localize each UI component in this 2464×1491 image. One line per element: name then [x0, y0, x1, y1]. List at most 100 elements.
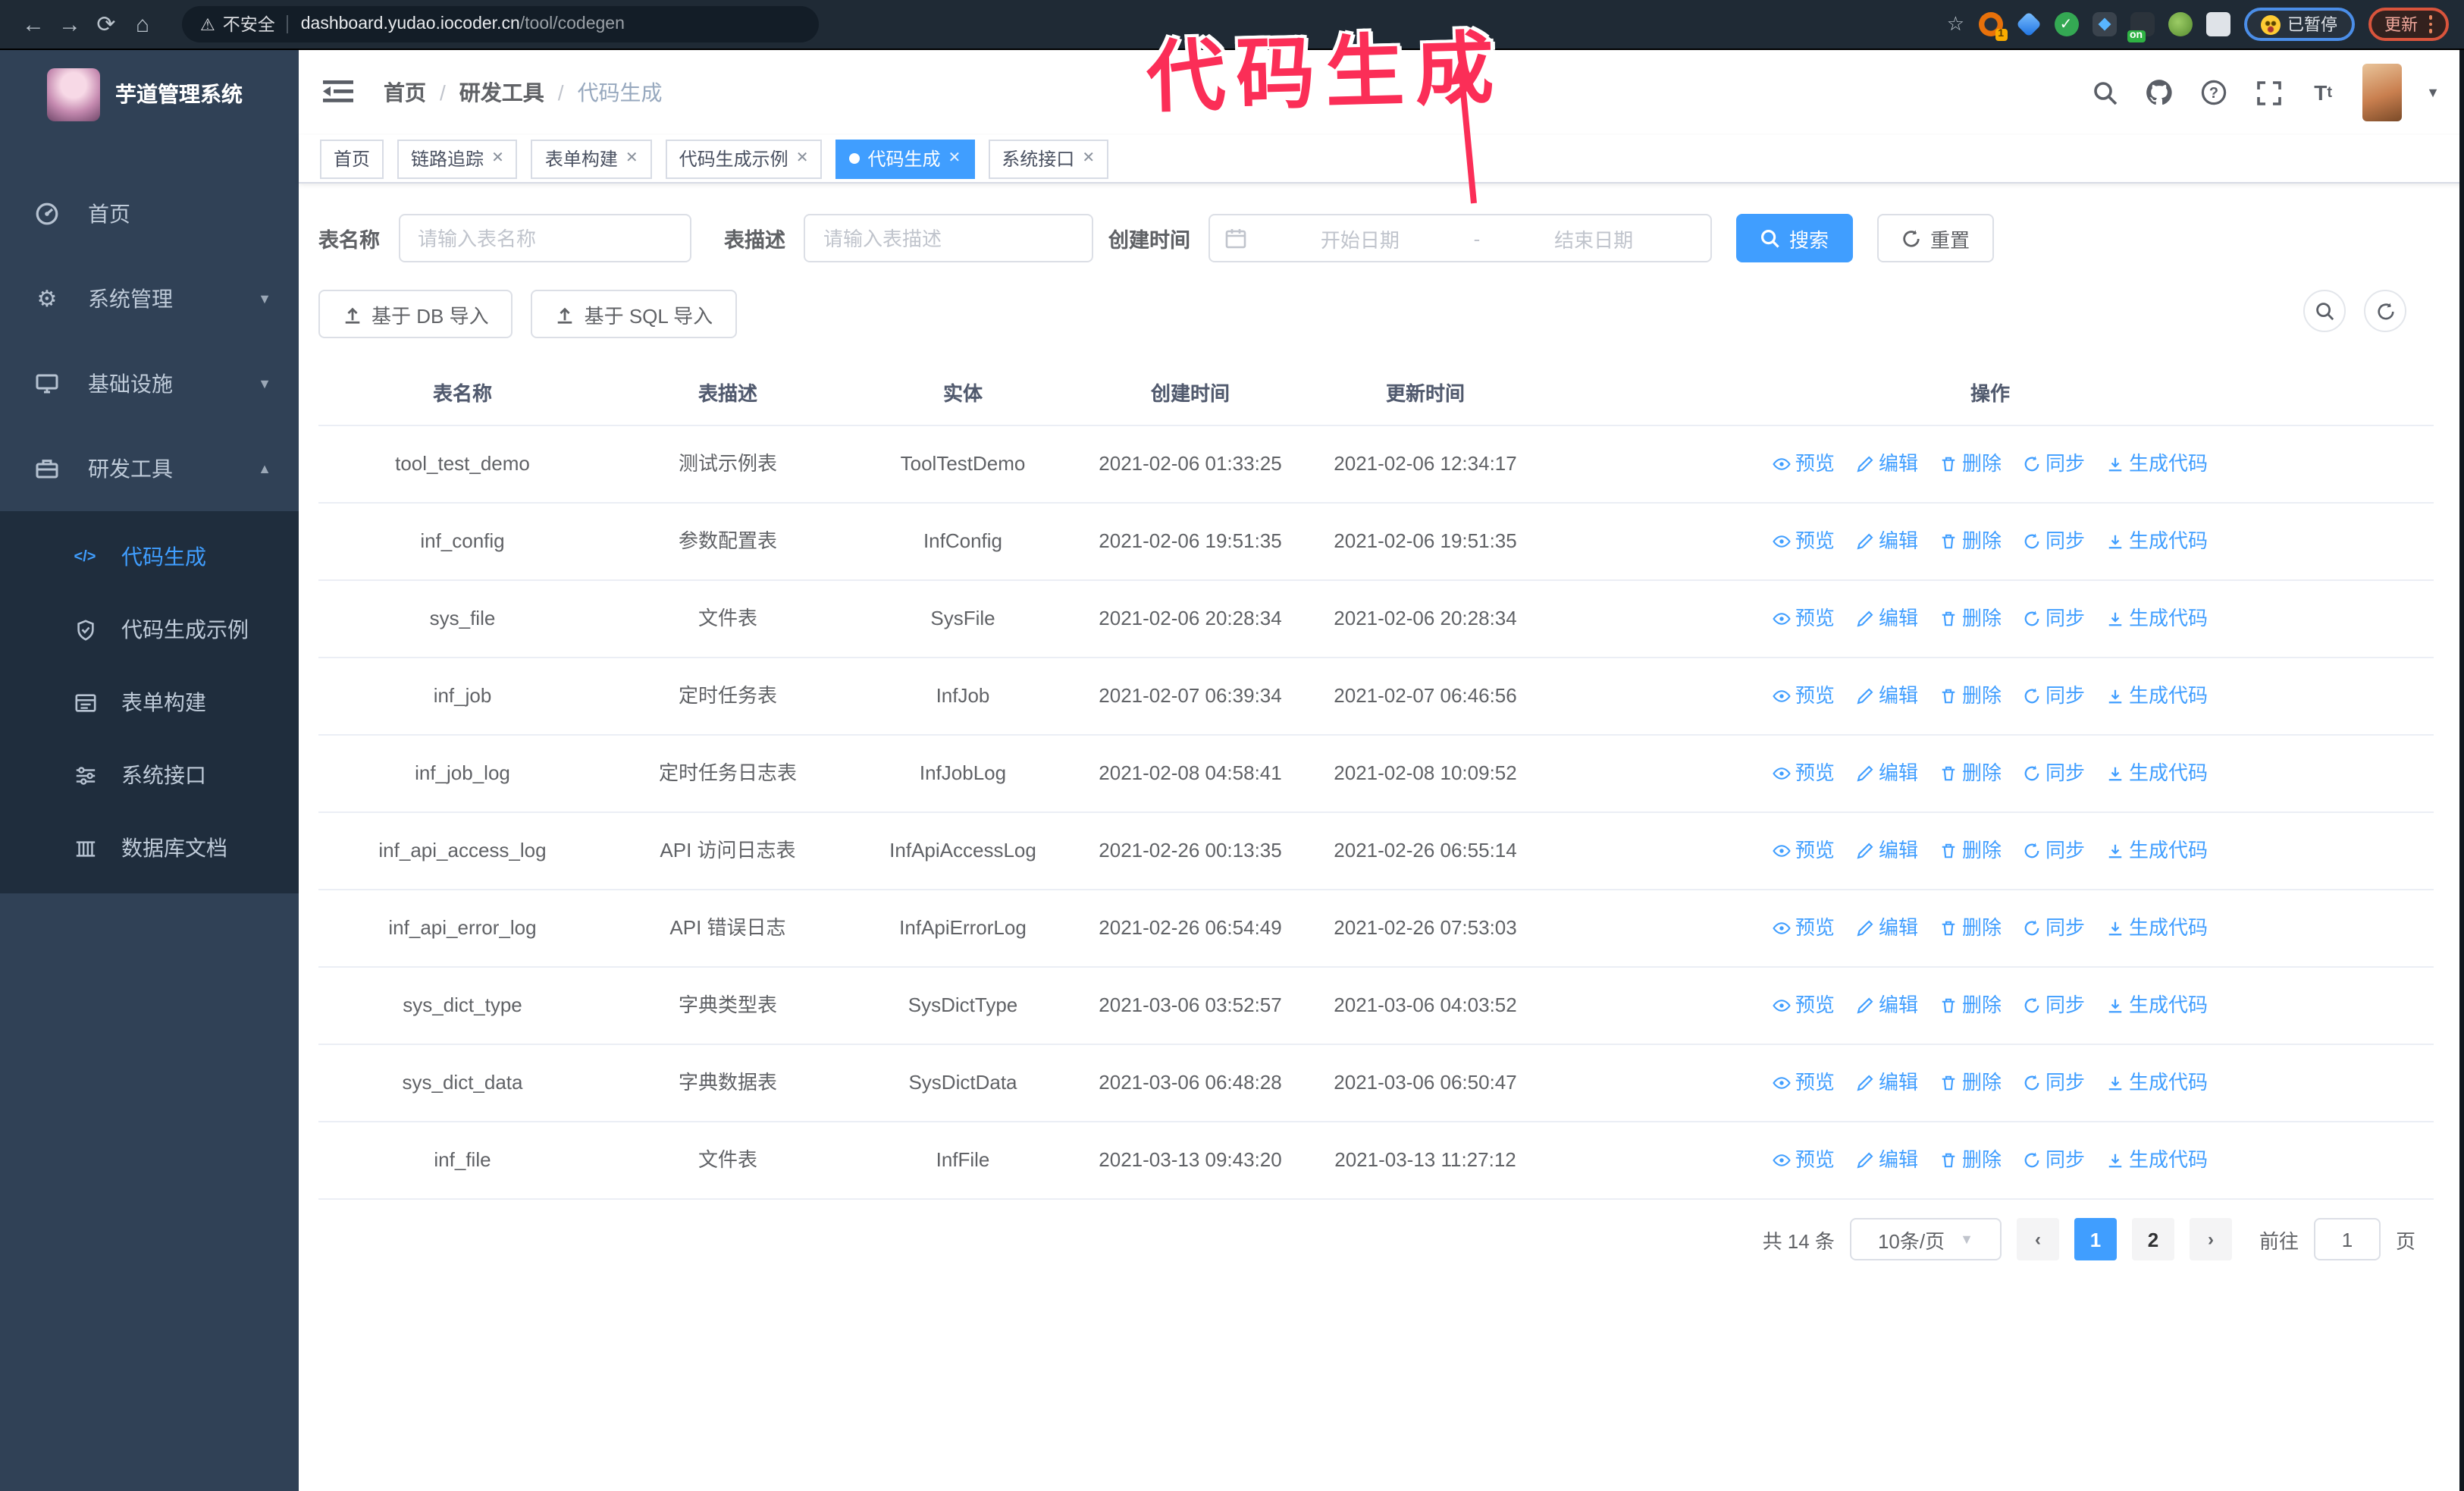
help-icon[interactable]: ?	[2199, 77, 2229, 108]
generate-code-link[interactable]: 生成代码	[2106, 681, 2208, 711]
extension-icon-5[interactable]: on	[2127, 12, 2154, 42]
sync-link[interactable]: 同步	[2023, 449, 2085, 479]
sync-link[interactable]: 同步	[2023, 913, 2085, 943]
github-icon[interactable]	[2144, 77, 2174, 108]
sync-link[interactable]: 同步	[2023, 604, 2085, 634]
extension-icon-2[interactable]	[2015, 11, 2041, 37]
close-icon[interactable]: ✕	[1082, 150, 1095, 167]
delete-link[interactable]: 删除	[1939, 1145, 2002, 1176]
font-size-icon[interactable]: Tt	[2308, 77, 2338, 108]
generate-code-link[interactable]: 生成代码	[2106, 1145, 2208, 1176]
hamburger-icon[interactable]	[323, 77, 356, 108]
generate-code-link[interactable]: 生成代码	[2106, 604, 2208, 634]
user-avatar[interactable]	[2362, 64, 2403, 121]
edit-link[interactable]: 编辑	[1856, 449, 1918, 479]
bookmark-star-icon[interactable]: ☆	[1947, 12, 1964, 36]
preview-link[interactable]: 预览	[1773, 1145, 1835, 1176]
edit-link[interactable]: 编辑	[1856, 681, 1918, 711]
preview-link[interactable]: 预览	[1773, 758, 1835, 789]
generate-code-link[interactable]: 生成代码	[2106, 449, 2208, 479]
paused-badge[interactable]: 已暂停	[2243, 8, 2354, 41]
delete-link[interactable]: 删除	[1939, 913, 2002, 943]
breadcrumb-home[interactable]: 首页	[384, 77, 426, 108]
delete-link[interactable]: 删除	[1939, 758, 2002, 789]
sidebar-item-home[interactable]: 首页	[0, 171, 299, 256]
generate-code-link[interactable]: 生成代码	[2106, 913, 2208, 943]
address-bar[interactable]: ⚠ 不安全 dashboard.yudao.iocoder.cn/tool/co…	[182, 6, 819, 42]
close-icon[interactable]: ✕	[491, 150, 504, 167]
browser-menu-icon[interactable]	[2428, 15, 2432, 33]
delete-link[interactable]: 删除	[1939, 681, 2002, 711]
tab-home[interactable]: 首页	[320, 139, 384, 178]
tab-system-api[interactable]: 系统接口 ✕	[988, 139, 1109, 178]
sync-link[interactable]: 同步	[2023, 1068, 2085, 1098]
delete-link[interactable]: 删除	[1939, 990, 2002, 1021]
sync-link[interactable]: 同步	[2023, 1145, 2085, 1176]
preview-link[interactable]: 预览	[1773, 449, 1835, 479]
generate-code-link[interactable]: 生成代码	[2106, 836, 2208, 866]
generate-code-link[interactable]: 生成代码	[2106, 990, 2208, 1021]
generate-code-link[interactable]: 生成代码	[2106, 758, 2208, 789]
sync-link[interactable]: 同步	[2023, 758, 2085, 789]
update-chrome-button[interactable]: 更新	[2368, 8, 2449, 41]
edit-link[interactable]: 编辑	[1856, 526, 1918, 557]
edit-link[interactable]: 编辑	[1856, 604, 1918, 634]
delete-link[interactable]: 删除	[1939, 836, 2002, 866]
sidebar-item-devtools[interactable]: 研发工具 ▲	[0, 426, 299, 511]
delete-link[interactable]: 删除	[1939, 449, 2002, 479]
close-icon[interactable]: ✕	[796, 150, 809, 167]
delete-link[interactable]: 删除	[1939, 1068, 2002, 1098]
user-menu-caret-icon[interactable]: ▼	[2426, 85, 2440, 100]
forward-icon[interactable]: →	[52, 6, 88, 42]
import-db-button[interactable]: 基于 DB 导入	[318, 290, 513, 338]
generate-code-link[interactable]: 生成代码	[2106, 526, 2208, 557]
sidebar-item-system[interactable]: ⚙ 系统管理 ▼	[0, 256, 299, 341]
date-start-placeholder[interactable]: 开始日期	[1259, 224, 1462, 253]
close-icon[interactable]: ✕	[625, 150, 638, 167]
edit-link[interactable]: 编辑	[1856, 913, 1918, 943]
edit-link[interactable]: 编辑	[1856, 758, 1918, 789]
back-icon[interactable]: ←	[15, 6, 52, 42]
toggle-search-button[interactable]	[2303, 290, 2346, 332]
preview-link[interactable]: 预览	[1773, 526, 1835, 557]
date-range-picker[interactable]: 开始日期 - 结束日期	[1208, 214, 1712, 262]
home-icon[interactable]: ⌂	[124, 6, 161, 42]
breadcrumb-devtools[interactable]: 研发工具	[459, 77, 544, 108]
search-icon[interactable]	[2089, 77, 2120, 108]
next-page-button[interactable]: ›	[2189, 1218, 2232, 1260]
preview-link[interactable]: 预览	[1773, 604, 1835, 634]
reload-icon[interactable]: ⟳	[88, 6, 124, 42]
preview-link[interactable]: 预览	[1773, 836, 1835, 866]
search-button[interactable]: 搜索	[1736, 214, 1854, 262]
sync-link[interactable]: 同步	[2023, 681, 2085, 711]
delete-link[interactable]: 删除	[1939, 526, 2002, 557]
page-size-select[interactable]: 10条/页 ▼	[1849, 1218, 2002, 1260]
edit-link[interactable]: 编辑	[1856, 1068, 1918, 1098]
sidebar-item-infra[interactable]: 基础设施 ▼	[0, 341, 299, 426]
sync-link[interactable]: 同步	[2023, 990, 2085, 1021]
fullscreen-icon[interactable]	[2253, 77, 2284, 108]
import-sql-button[interactable]: 基于 SQL 导入	[531, 290, 738, 338]
prev-page-button[interactable]: ‹	[2016, 1218, 2059, 1260]
sidebar-item-system-api[interactable]: 系统接口	[0, 739, 299, 811]
table-desc-input[interactable]	[804, 214, 1093, 262]
extension-icon-6[interactable]	[2168, 12, 2192, 36]
sync-link[interactable]: 同步	[2023, 836, 2085, 866]
goto-page-input[interactable]	[2313, 1218, 2381, 1260]
sync-link[interactable]: 同步	[2023, 526, 2085, 557]
tab-codegen-example[interactable]: 代码生成示例 ✕	[665, 139, 823, 178]
sidebar-item-form-builder[interactable]: 表单构建	[0, 666, 299, 739]
extension-icon-4[interactable]	[2092, 12, 2116, 36]
extension-icon-3[interactable]: ✓	[2054, 12, 2078, 36]
extension-icon-1[interactable]: 1	[1978, 12, 2007, 41]
edit-link[interactable]: 编辑	[1856, 1145, 1918, 1176]
edit-link[interactable]: 编辑	[1856, 990, 1918, 1021]
preview-link[interactable]: 预览	[1773, 681, 1835, 711]
preview-link[interactable]: 预览	[1773, 913, 1835, 943]
delete-link[interactable]: 删除	[1939, 604, 2002, 634]
sidebar-item-db-doc[interactable]: 数据库文档	[0, 811, 299, 884]
generate-code-link[interactable]: 生成代码	[2106, 1068, 2208, 1098]
page-button-1[interactable]: 1	[2074, 1218, 2117, 1260]
page-button-2[interactable]: 2	[2131, 1218, 2174, 1260]
puzzle-extensions-icon[interactable]	[2205, 12, 2230, 36]
